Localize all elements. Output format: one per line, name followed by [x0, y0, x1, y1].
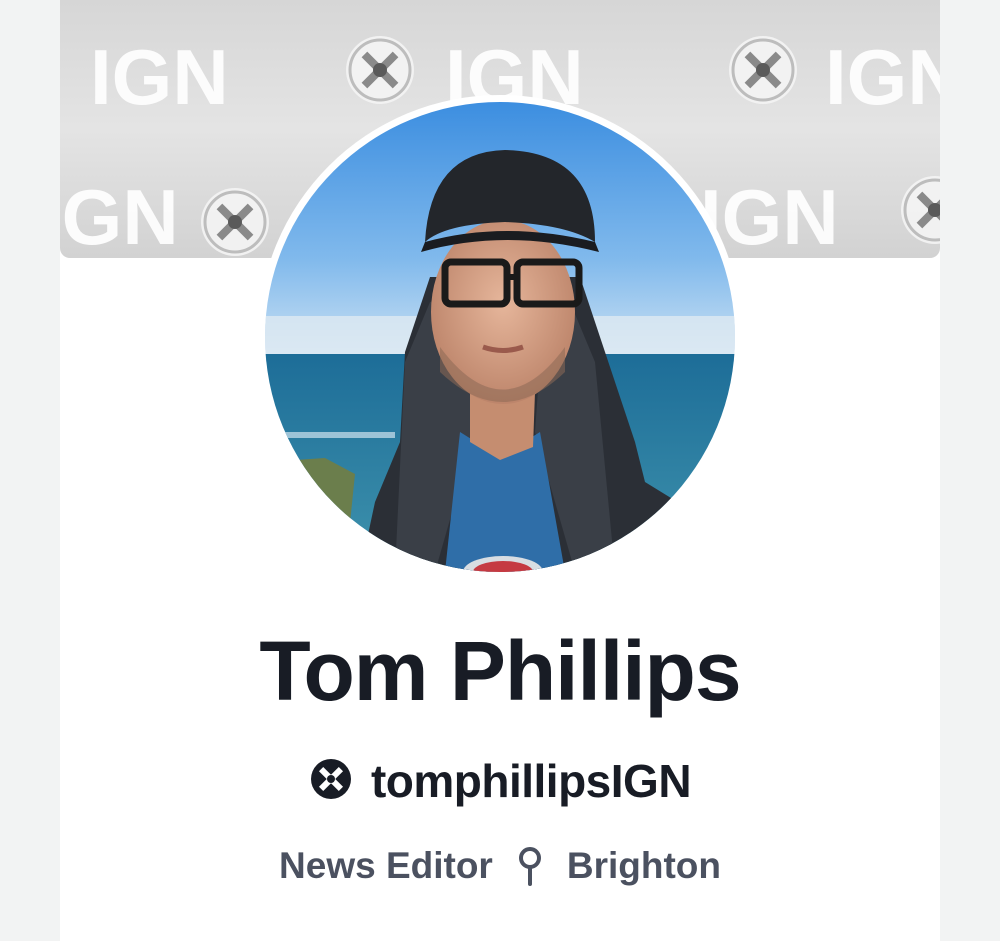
profile-handle-row[interactable]: tomphillipsIGN	[60, 748, 940, 814]
banner-watermark: IGN	[825, 33, 940, 121]
location-pin-icon	[517, 846, 543, 886]
banner-watermark: IGN	[90, 33, 229, 121]
profile-location: Brighton	[566, 845, 721, 886]
ign-logo-icon	[309, 757, 353, 806]
avatar[interactable]	[258, 95, 742, 579]
profile-name: Tom Phillips	[259, 624, 741, 718]
avatar-photo	[265, 102, 735, 572]
profile-page: IGN IGN IGN IGN IGN	[0, 0, 1000, 941]
profile-handle: tomphillipsIGN	[370, 755, 692, 807]
profile-role: News Editor	[279, 845, 493, 886]
banner-watermark: IGN	[60, 173, 179, 258]
profile-meta: News Editor Brighton	[60, 838, 940, 894]
